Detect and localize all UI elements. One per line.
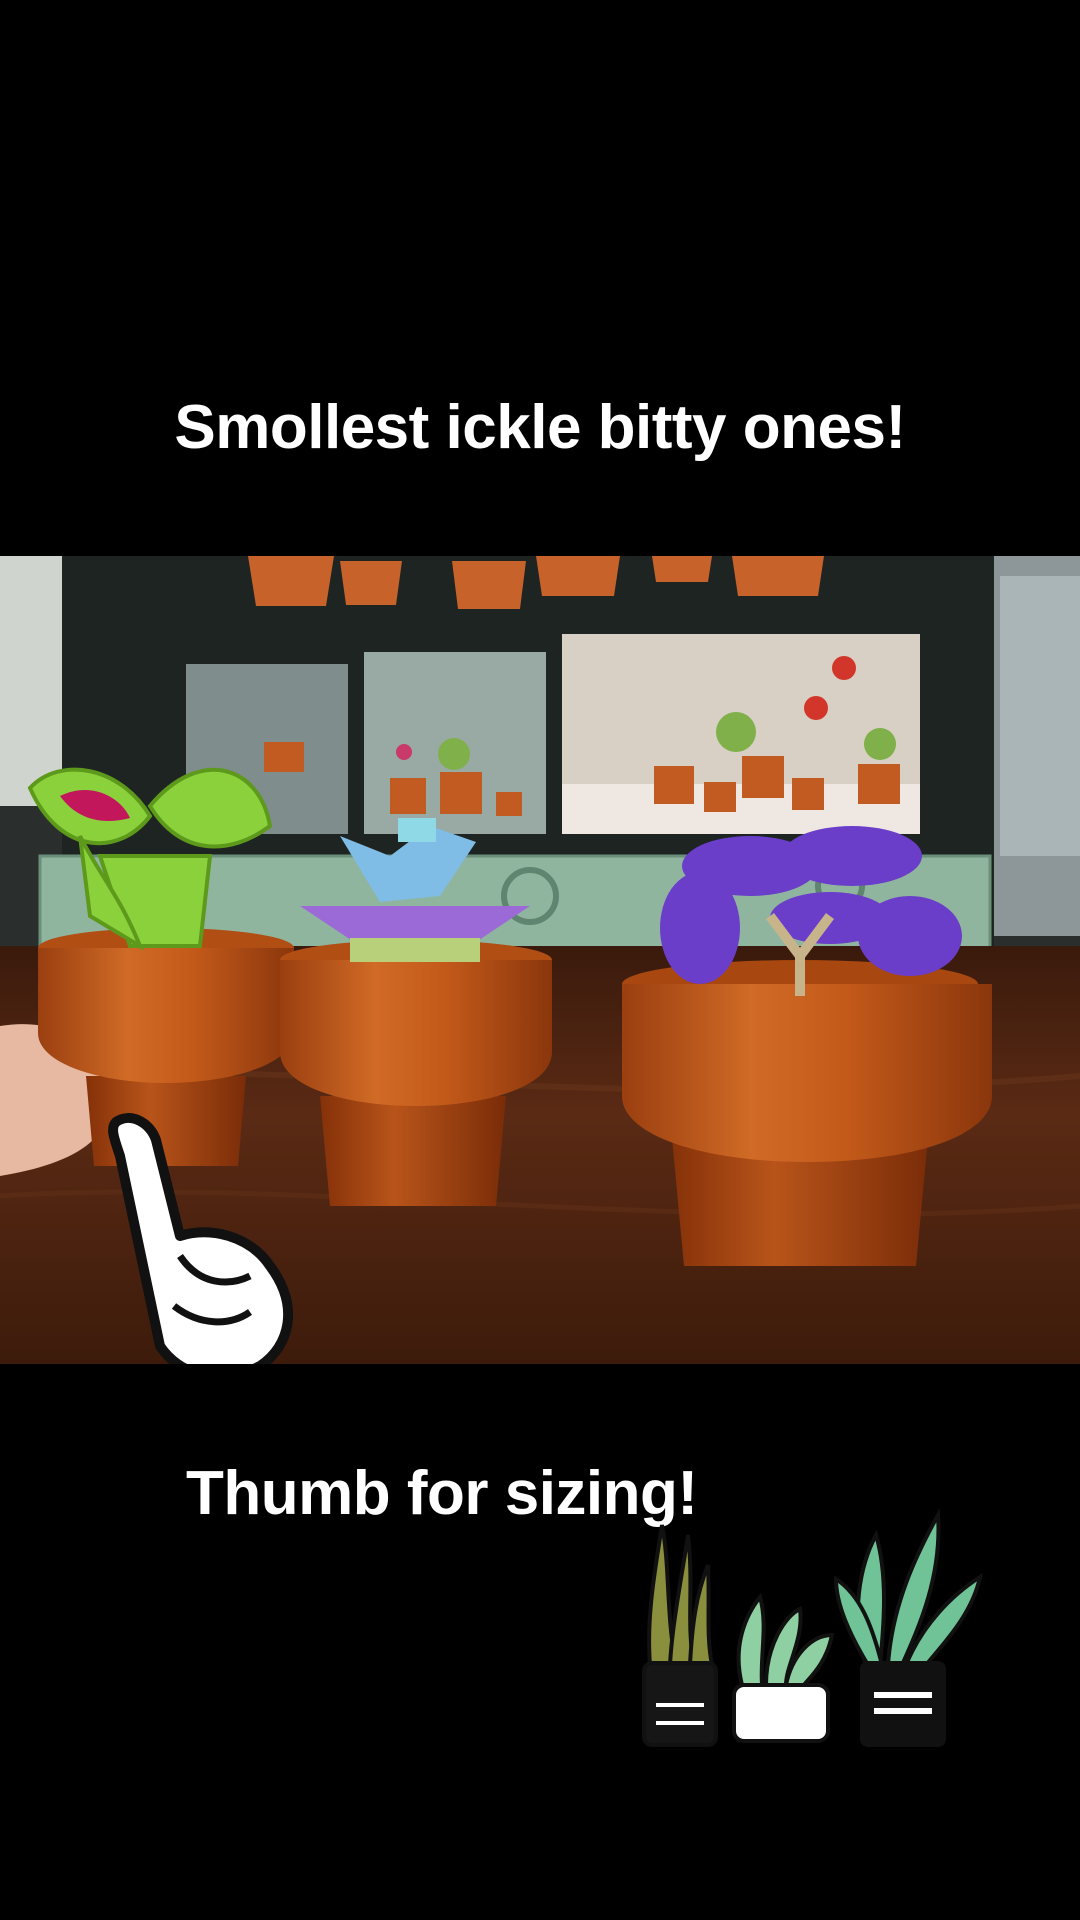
- video-frame-photo: [0, 556, 1080, 1364]
- lego-plants-scene: [0, 556, 1080, 1364]
- potted-plants-icon: [636, 1505, 996, 1760]
- caption-top: Smollest ickle bitty ones!: [174, 393, 906, 462]
- caption-bottom: Thumb for sizing!: [186, 1459, 698, 1528]
